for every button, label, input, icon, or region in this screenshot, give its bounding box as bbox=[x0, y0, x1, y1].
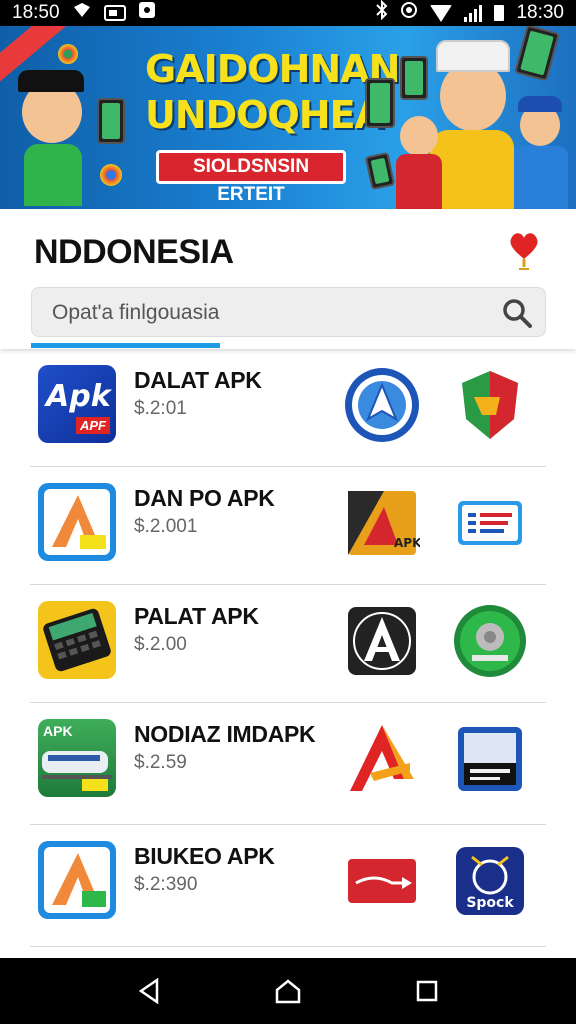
document-app-icon bbox=[38, 841, 116, 919]
a-emblem-icon[interactable] bbox=[344, 603, 420, 679]
calculator-app-icon bbox=[38, 601, 116, 679]
character-right-hat bbox=[436, 40, 510, 72]
tab-indicator bbox=[31, 343, 220, 348]
notification-icon bbox=[72, 1, 92, 25]
spock-logo-icon[interactable]: Spock bbox=[452, 843, 528, 919]
character-small-body bbox=[396, 154, 442, 209]
app-name: DAN PO APK bbox=[134, 485, 275, 511]
promo-banner[interactable]: GAIDOHNAN UNDOQHEA SIOLDSNSIN ERTEIT bbox=[0, 26, 576, 209]
character-right-body bbox=[430, 130, 514, 209]
banner-title: GAIDOHNAN UNDOQHEA bbox=[145, 46, 400, 138]
status-time-right: 18:30 bbox=[516, 2, 564, 23]
recents-icon[interactable] bbox=[407, 971, 447, 1011]
signal-icon bbox=[464, 4, 483, 22]
shield-logo-icon[interactable] bbox=[452, 367, 528, 443]
search-input[interactable]: Opat'a finlgouasia bbox=[31, 287, 546, 337]
app-name: NODIAZ IMDAPK bbox=[134, 721, 316, 747]
message-icon bbox=[103, 5, 126, 21]
apk-box-label: APK bbox=[394, 536, 420, 550]
apk-box-icon[interactable]: APK bbox=[344, 485, 422, 561]
list-item[interactable]: PALAT APK $.2.00 bbox=[30, 585, 546, 703]
phone-illustration-icon bbox=[514, 26, 560, 82]
red-a-logo-icon[interactable] bbox=[344, 721, 420, 797]
phone-illustration-icon bbox=[400, 56, 428, 100]
red-label-icon[interactable] bbox=[344, 843, 420, 919]
list-item[interactable]: DAN PO APK $.2.001 APK bbox=[30, 467, 546, 585]
ticket-card-icon[interactable] bbox=[452, 721, 528, 797]
back-icon[interactable] bbox=[129, 971, 169, 1011]
app-notify-icon bbox=[138, 1, 156, 25]
train-app-icon: APK bbox=[38, 719, 116, 797]
app-icon-label: Apk bbox=[46, 379, 111, 414]
page-title: NDDONESIA bbox=[34, 233, 234, 271]
navigation-bar bbox=[0, 958, 576, 1024]
app-price: $.2.59 bbox=[134, 752, 187, 773]
character-left-body bbox=[24, 144, 82, 206]
list-item[interactable]: APK NODIAZ IMDAPK $.2.59 bbox=[30, 703, 546, 825]
search-placeholder: Opat'a finlgouasia bbox=[52, 301, 220, 324]
phone-illustration-icon bbox=[97, 98, 125, 144]
app-name: PALAT APK bbox=[134, 603, 259, 629]
character-left-hat bbox=[18, 70, 84, 92]
chrome-orb-icon-2 bbox=[100, 164, 122, 186]
banner-title-line2: UNDOQHEA bbox=[145, 93, 384, 137]
compass-badge-icon[interactable] bbox=[344, 367, 420, 443]
spock-label: Spock bbox=[466, 895, 514, 911]
list-item[interactable]: BIUKEO APK $.2:390 Spock bbox=[30, 825, 546, 947]
app-price: $.2:390 bbox=[134, 874, 198, 895]
bluetooth-icon bbox=[376, 0, 388, 26]
status-time-left: 18:50 bbox=[12, 2, 60, 23]
status-bar: 18:50 18:30 bbox=[0, 0, 576, 26]
app-price: $.2.001 bbox=[134, 516, 198, 537]
app-price: $.2.00 bbox=[134, 634, 187, 655]
chrome-orb-icon bbox=[58, 44, 78, 64]
battery-icon bbox=[494, 5, 505, 21]
id-card-icon[interactable] bbox=[452, 485, 528, 561]
phone-illustration-icon bbox=[365, 78, 395, 128]
app-icon-label: APK bbox=[43, 723, 73, 739]
list-item[interactable]: Apk APF DALAT APK $.2:01 bbox=[30, 349, 546, 467]
app-name: BIUKEO APK bbox=[134, 843, 275, 869]
page-header: NDDONESIA Opat'a finlgouasia bbox=[0, 209, 576, 349]
location-icon bbox=[400, 1, 418, 25]
favorite-heart-icon[interactable] bbox=[508, 229, 540, 273]
character-far-right-hat bbox=[518, 96, 562, 112]
app-icon-sublabel: APF bbox=[76, 417, 110, 434]
wifi-icon bbox=[430, 4, 453, 22]
document-app-icon bbox=[38, 483, 116, 561]
character-far-right-body bbox=[514, 146, 568, 209]
app-price: $.2:01 bbox=[134, 398, 187, 419]
disc-button-icon[interactable] bbox=[452, 603, 528, 679]
banner-title-line1: GAIDOHNAN bbox=[145, 47, 400, 91]
apk-app-icon: Apk APF bbox=[38, 365, 116, 443]
app-name: DALAT APK bbox=[134, 367, 262, 393]
character-small-head bbox=[400, 116, 438, 156]
banner-subtitle: SIOLDSNSIN ERTEIT bbox=[156, 150, 346, 205]
search-icon[interactable] bbox=[501, 297, 533, 329]
home-icon[interactable] bbox=[268, 971, 308, 1011]
phone-illustration-icon bbox=[364, 151, 396, 191]
